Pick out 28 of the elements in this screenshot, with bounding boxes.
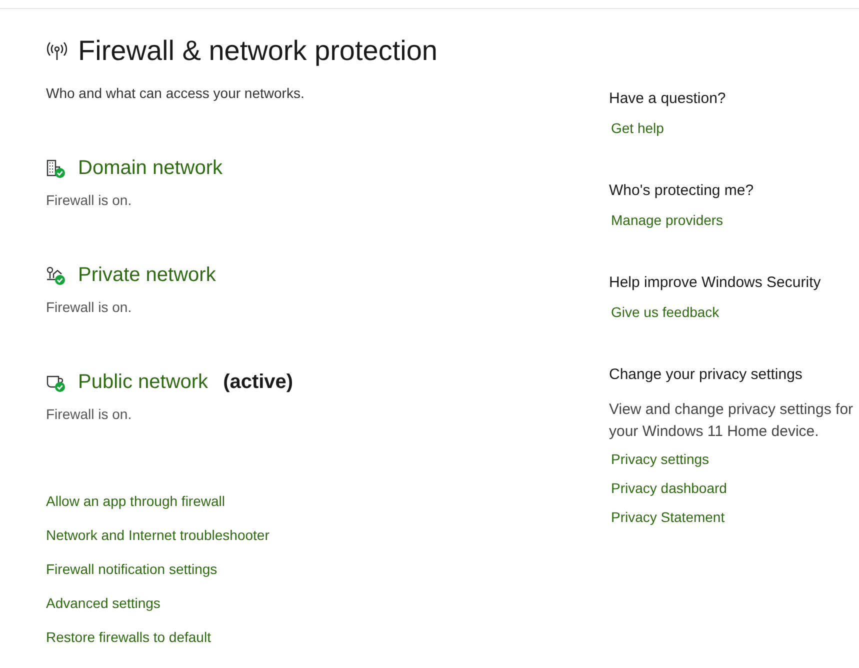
firewall-status: Firewall is on.: [46, 299, 133, 315]
settings-link[interactable]: Allow an app through firewall: [46, 493, 225, 509]
help-link[interactable]: Privacy dashboard: [611, 480, 727, 496]
help-link[interactable]: Give us feedback: [611, 304, 720, 320]
help-link[interactable]: Get help: [611, 120, 664, 136]
home-network-icon: [46, 266, 66, 286]
help-link[interactable]: Manage providers: [611, 212, 724, 228]
help-link[interactable]: Privacy Statement: [611, 509, 725, 525]
section-heading: Who's protecting me?: [609, 182, 754, 199]
settings-link[interactable]: Firewall notification settings: [46, 561, 218, 577]
active-label: (active): [223, 371, 294, 394]
settings-link[interactable]: Network and Internet troubleshooter: [46, 527, 270, 543]
settings-link[interactable]: Restore firewalls to default: [46, 629, 211, 645]
building-icon: [46, 158, 66, 178]
section-heading: Change your privacy settings: [609, 366, 802, 383]
settings-link[interactable]: Advanced settings: [46, 595, 160, 611]
network-link[interactable]: Private network: [78, 264, 216, 287]
network-link[interactable]: Public network: [78, 371, 208, 394]
section-description: View and change privacy settings for your Windows 11 Home device.: [609, 400, 854, 442]
antenna-icon: [46, 41, 68, 61]
network-link[interactable]: Domain network: [78, 157, 223, 180]
page-description: Who and what can access your networks.: [46, 85, 306, 101]
firewall-status: Firewall is on.: [46, 406, 133, 422]
page-title: Firewall & network protection: [78, 35, 438, 67]
section-heading: Help improve Windows Security: [609, 274, 821, 291]
help-link[interactable]: Privacy settings: [611, 451, 710, 467]
firewall-status: Firewall is on.: [46, 192, 133, 208]
section-heading: Have a question?: [609, 90, 726, 107]
